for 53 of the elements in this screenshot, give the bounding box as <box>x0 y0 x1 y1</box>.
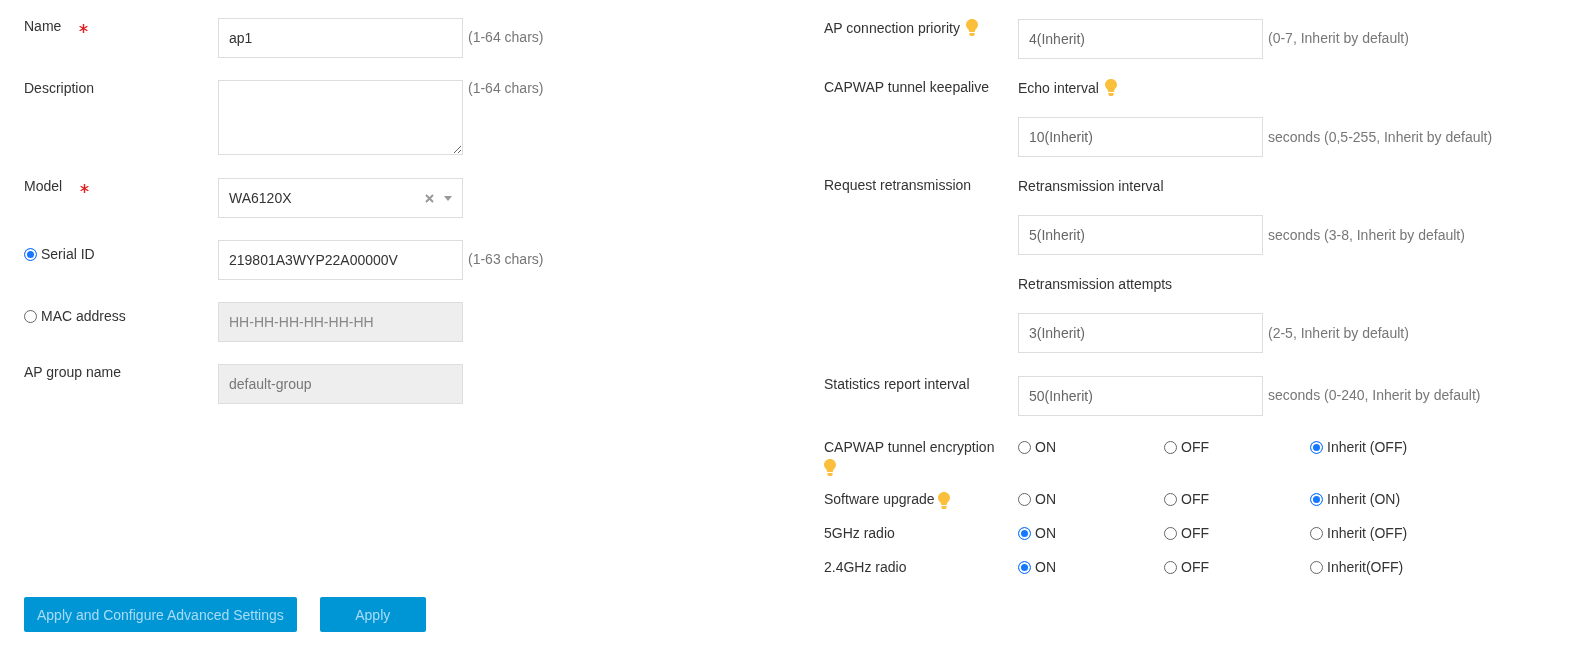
input-field[interactable]: ap1 <box>218 18 463 58</box>
input-field[interactable]: 10(Inherit) <box>1018 117 1263 157</box>
hint-text: seconds (0-240, Inherit by default) <box>1268 386 1481 403</box>
field-label: Model <box>24 178 63 194</box>
hint-text: (1-63 chars) <box>468 250 544 267</box>
radio-option[interactable]: Inherit(OFF) <box>1310 559 1404 576</box>
description-field[interactable] <box>218 80 463 155</box>
clear-icon[interactable] <box>425 193 434 203</box>
radio-option[interactable]: OFF <box>1164 439 1209 455</box>
setting-label: CAPWAP tunnel encryption <box>824 439 995 455</box>
model-dropdown[interactable]: WA6120X <box>218 178 463 218</box>
setting-label: 2.4GHz radio <box>824 559 907 576</box>
setting-label: Software upgrade <box>824 491 935 508</box>
required-icon <box>80 183 90 193</box>
lightbulb-icon <box>965 19 978 37</box>
input-field[interactable]: 50(Inherit) <box>1018 376 1263 416</box>
hint-text: (1-64 chars) <box>468 80 544 96</box>
radio-option[interactable]: OFF <box>1164 491 1209 508</box>
radio-option[interactable]: ON <box>1018 491 1056 508</box>
lightbulb-icon <box>1104 79 1117 97</box>
setting-label: Request retransmission <box>824 177 972 193</box>
hint-text: (2-5, Inherit by default) <box>1268 325 1409 341</box>
setting-label: CAPWAP tunnel keepalive <box>824 79 989 95</box>
setting-label: AP connection priority <box>824 20 960 36</box>
input-field[interactable]: 4(Inherit) <box>1018 19 1263 59</box>
radio-option[interactable]: ON <box>1018 559 1056 576</box>
field-label: AP group name <box>24 364 122 380</box>
field-label: Name <box>24 18 62 34</box>
radio-option[interactable]: Inherit (OFF) <box>1310 525 1408 542</box>
hint-text: seconds (0,5-255, Inherit by default) <box>1268 129 1493 145</box>
radio-option[interactable]: ON <box>1018 439 1056 455</box>
setting-label: Retransmission attempts <box>1018 276 1173 292</box>
setting-label: 5GHz radio <box>824 525 895 542</box>
setting-label: Echo interval <box>1018 80 1099 96</box>
radio-option[interactable]: OFF <box>1164 525 1209 542</box>
required-icon <box>79 23 89 33</box>
radio-option[interactable]: Serial ID <box>24 246 95 262</box>
input-field[interactable]: 5(Inherit) <box>1018 215 1263 255</box>
field-label: Description <box>24 80 95 96</box>
dropdown-caret-icon[interactable] <box>444 195 452 201</box>
radio-option[interactable]: OFF <box>1164 559 1209 576</box>
lightbulb-icon <box>824 459 836 478</box>
setting-label: Statistics report interval <box>824 376 970 392</box>
radio-option[interactable]: Inherit (ON) <box>1310 491 1401 508</box>
radio-option[interactable]: Inherit (OFF) <box>1310 439 1408 455</box>
lightbulb-icon <box>938 491 951 510</box>
input-field[interactable]: 3(Inherit) <box>1018 313 1263 353</box>
input-field[interactable]: 219801A3WYP22A00000V <box>218 240 463 280</box>
hint-text: seconds (3-8, Inherit by default) <box>1268 227 1465 243</box>
radio-option[interactable]: ON <box>1018 525 1056 542</box>
hint-text: (0-7, Inherit by default) <box>1268 29 1409 46</box>
hint-text: (1-64 chars) <box>468 28 544 45</box>
setting-label: Retransmission interval <box>1018 178 1164 194</box>
